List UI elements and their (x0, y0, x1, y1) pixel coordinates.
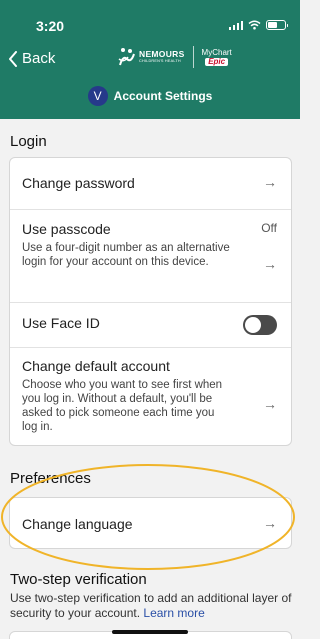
brand-logos: NEMOURS CHILDREN'S HEALTH MyChart Epic (118, 46, 232, 68)
nemours-mark-icon (118, 48, 135, 66)
change-password-row[interactable]: Change password → (10, 158, 291, 209)
app-header: 3:20 Back NEMOURS CHILDREN'S HEALTH MyCh… (0, 0, 300, 119)
change-default-account-label: Change default account (22, 358, 170, 374)
epic-label: Epic (205, 57, 229, 66)
preferences-heading: Preferences (10, 470, 91, 487)
change-default-account-row[interactable]: Change default account Choose who you wa… (10, 348, 291, 447)
avatar[interactable]: V (87, 86, 108, 106)
back-button[interactable]: Back (8, 50, 55, 67)
wifi-icon (248, 20, 261, 30)
change-default-account-description: Choose who you want to see first when yo… (22, 379, 223, 433)
use-passcode-label: Use passcode (22, 221, 111, 237)
mychart-logo: MyChart Epic (201, 47, 232, 66)
nemours-subtitle: CHILDREN'S HEALTH (139, 58, 181, 63)
mychart-label: MyChart (201, 47, 232, 57)
back-label: Back (22, 50, 56, 67)
use-passcode-row[interactable]: Use passcode Off Use a four-digit number… (10, 210, 291, 302)
change-language-label: Change language (22, 516, 133, 532)
login-heading: Login (10, 133, 47, 150)
brand-divider (192, 46, 194, 68)
passcode-status: Off (261, 221, 277, 235)
status-icons (228, 20, 288, 30)
account-title-row: V Account Settings (0, 86, 300, 106)
learn-more-link[interactable]: Learn more (143, 606, 204, 620)
two-step-heading: Two-step verification (10, 571, 147, 588)
arrow-right-icon: → (263, 174, 277, 190)
face-id-label: Use Face ID (22, 315, 100, 331)
home-indicator (112, 630, 188, 634)
signal-icon (228, 20, 243, 30)
face-id-toggle[interactable] (243, 315, 277, 335)
status-time: 3:20 (36, 18, 65, 34)
battery-icon (266, 20, 288, 30)
page-title: Account Settings (113, 89, 213, 103)
chevron-left-icon (9, 50, 17, 67)
face-id-row: Use Face ID (10, 303, 291, 347)
toggle-knob (245, 317, 261, 333)
two-step-description: Use two-step verification to add an addi… (10, 591, 295, 621)
nemours-name: NEMOURS (139, 49, 185, 60)
arrow-right-icon: → (263, 256, 277, 272)
login-card: Change password → Use passcode Off Use a… (9, 157, 292, 446)
use-passcode-description: Use a four-digit number as an alternativ… (22, 242, 230, 268)
arrow-right-icon: → (263, 515, 277, 531)
arrow-right-icon: → (263, 396, 277, 412)
nav-bar: Back NEMOURS CHILDREN'S HEALTH MyChart E… (0, 46, 300, 74)
preferences-card: Change language → (9, 497, 292, 549)
nemours-logo: NEMOURS CHILDREN'S HEALTH (118, 47, 185, 67)
change-language-row[interactable]: Change language → (10, 498, 291, 550)
status-bar: 3:20 (0, 18, 300, 38)
change-password-label: Change password (22, 175, 135, 191)
